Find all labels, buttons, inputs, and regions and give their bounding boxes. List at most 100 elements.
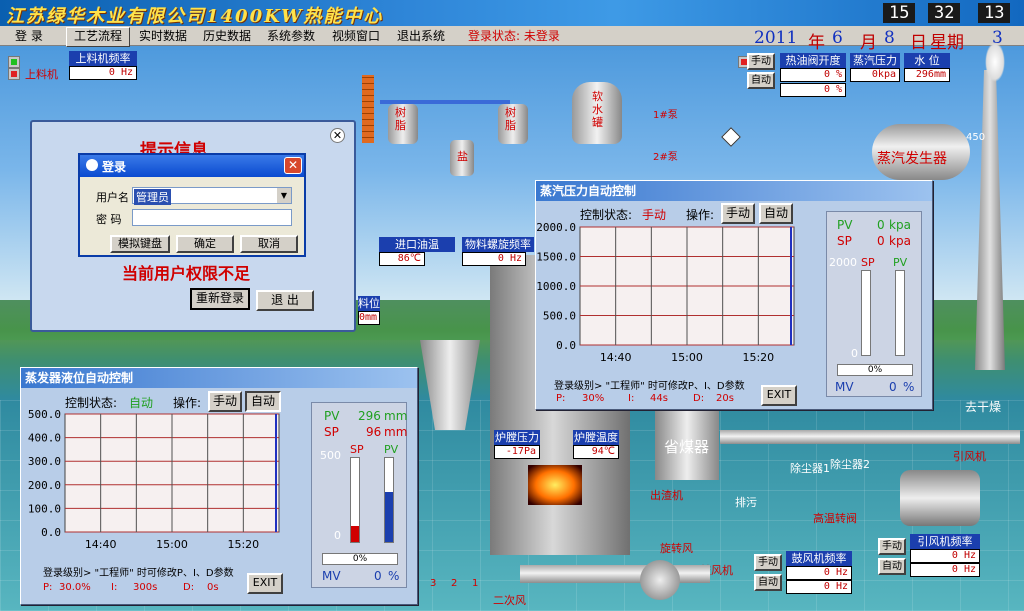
- soft-water-label: 软水罐: [592, 90, 603, 129]
- salt-label: 盐: [457, 150, 468, 163]
- steam-mv-value: 0: [889, 380, 897, 394]
- resin-label-2: 树脂: [505, 106, 516, 132]
- virtual-keyboard-button[interactable]: 模拟键盘: [110, 235, 170, 253]
- login-close-icon[interactable]: ✕: [284, 157, 302, 174]
- prompt-close-icon[interactable]: ✕: [330, 128, 345, 143]
- induced-fan-label: 引风机: [953, 450, 986, 463]
- level-mv-bar: 0%: [322, 553, 398, 565]
- clock-minute: 32: [928, 3, 961, 23]
- pump2-label: 2#泵: [653, 152, 678, 163]
- steam-sp-unit: kpa: [889, 234, 911, 248]
- level-x-tick: 14:40: [85, 538, 117, 551]
- blower-manual-button[interactable]: 手动: [754, 554, 782, 571]
- steam-pressure-panel: 蒸汽压力自动控制 控制状态: 手动 操作: 手动 自动 2000.0 1500.0…: [535, 180, 933, 410]
- smoke: [985, 42, 1005, 82]
- level-sp-bar: [350, 457, 360, 543]
- level-exit-button[interactable]: EXIT: [247, 573, 283, 594]
- level-mv-value: 0: [374, 569, 382, 583]
- chevron-down-icon[interactable]: ▼: [277, 188, 291, 203]
- oil-manual-button[interactable]: 手动: [747, 53, 775, 70]
- high-temp-valve-label: 高温转阀: [813, 512, 857, 525]
- oil-valve-value: 0 %: [780, 68, 846, 82]
- material-level-label: 料位: [358, 296, 380, 311]
- menu-params[interactable]: 系统参数: [260, 26, 322, 46]
- chimney: [975, 70, 1005, 370]
- dialog-exit-button[interactable]: 退 出: [256, 290, 314, 311]
- menu-realtime[interactable]: 实时数据: [132, 26, 194, 46]
- level-bar-top: 500: [320, 449, 341, 462]
- menu-login[interactable]: 登 录: [8, 26, 50, 46]
- steam-exit-button[interactable]: EXIT: [761, 385, 797, 406]
- menu-process[interactable]: 工艺流程: [66, 27, 131, 47]
- password-label: 密 码: [96, 213, 122, 226]
- induced-fan-motor: [900, 470, 980, 526]
- steam-p-label: P:: [556, 393, 566, 404]
- level-pv-value: 296: [358, 409, 381, 423]
- blower-freq-label: 鼓风机频率: [786, 551, 852, 566]
- induced-manual-button[interactable]: 手动: [878, 538, 906, 555]
- economizer-label: 省煤器: [664, 438, 710, 456]
- level-pv-label: PV: [324, 409, 340, 423]
- steam-i-value: 44s: [650, 393, 668, 404]
- feeder-freq-value: 0 Hz: [69, 66, 137, 80]
- relogin-button[interactable]: 重新登录: [190, 288, 250, 310]
- steam-bar-zero: 0: [851, 347, 858, 360]
- valve-cross: [721, 127, 741, 147]
- blower-freq-value-2: 0 Hz: [786, 580, 852, 594]
- steam-y-tick: 500.0: [543, 310, 576, 323]
- steam-mv-label: MV: [835, 380, 854, 394]
- steam-d-label: D:: [693, 393, 705, 404]
- feeder-label: 上料机: [25, 68, 58, 81]
- password-input[interactable]: [132, 209, 292, 226]
- steam-bar-sp-label: SP: [861, 256, 875, 269]
- level-y-tick: 300.0: [28, 455, 61, 468]
- air-pipe: [520, 565, 710, 583]
- steam-pv-label: PV: [837, 218, 853, 232]
- induced-auto-button[interactable]: 自动: [878, 558, 906, 575]
- steam-y-tick: 0.0: [556, 339, 576, 352]
- login-window: 登录 ✕ 用户名 管理员 ▼ 密 码 模拟键盘 确定 取消: [78, 153, 306, 257]
- drain-label: 排污: [735, 496, 757, 509]
- level-y-tick: 0.0: [41, 526, 61, 539]
- furnace-pressure-label: 炉膛压力: [494, 430, 540, 445]
- steam-pid-note: 登录级别> "工程师" 时可修改P、I、D参数: [554, 381, 745, 392]
- level-pid-note: 登录级别> "工程师" 时可修改P、I、D参数: [43, 568, 234, 579]
- feeder-status-icon: [8, 56, 20, 68]
- permission-warning: 当前用户权限不足: [122, 264, 251, 283]
- level-x-tick: 15:20: [227, 538, 259, 551]
- blower-label: 旋转风: [660, 542, 693, 555]
- material-level-value: 0mm: [358, 311, 380, 325]
- blower-auto-button[interactable]: 自动: [754, 574, 782, 591]
- dust-collector-1: 除尘器1: [790, 462, 830, 475]
- steam-panel-title: 蒸汽压力自动控制: [536, 181, 932, 201]
- steam-y-tick: 1000.0: [536, 280, 576, 293]
- oil-auto-button[interactable]: 自动: [747, 72, 775, 89]
- level-sp-label: SP: [324, 425, 339, 439]
- username-select[interactable]: 管理员 ▼: [132, 187, 292, 205]
- inlet-oil-temp-value: 86℃: [379, 252, 425, 266]
- to-dryer-label: 去干燥: [965, 400, 1002, 414]
- level-pv-bar: [384, 457, 394, 543]
- steam-pv-sp-box: PV 0 kpa SP 0 kpa 2000 SP PV 0 0% MV 0 %: [826, 211, 922, 397]
- steam-bar-top: 2000: [829, 256, 857, 269]
- menu-exit[interactable]: 退出系统: [390, 26, 452, 46]
- feeder-stop-icon: [8, 68, 20, 80]
- level-panel-title: 蒸发器液位自动控制: [21, 368, 417, 388]
- induced-freq-label: 引风机频率: [910, 534, 980, 549]
- menu-video[interactable]: 视频窗口: [325, 26, 387, 46]
- steam-x-tick: 15:20: [742, 351, 774, 364]
- steam-sp-label: SP: [837, 234, 852, 248]
- steam-mv-unit: %: [903, 380, 915, 394]
- level-d-label: D:: [183, 582, 195, 593]
- steam-x-tick: 15:00: [671, 351, 703, 364]
- level-sp-unit: mm: [384, 425, 408, 439]
- ok-button[interactable]: 确定: [176, 235, 234, 253]
- level-y-tick: 100.0: [28, 502, 61, 515]
- login-icon: [86, 159, 98, 171]
- induced-freq-value-1: 0 Hz: [910, 549, 980, 563]
- steam-pv-unit: kpa: [889, 218, 911, 232]
- menu-history[interactable]: 历史数据: [196, 26, 258, 46]
- level-bar-zero: 0: [334, 529, 341, 542]
- cancel-button[interactable]: 取消: [240, 235, 298, 253]
- furnace-temp-value: 94℃: [573, 445, 619, 459]
